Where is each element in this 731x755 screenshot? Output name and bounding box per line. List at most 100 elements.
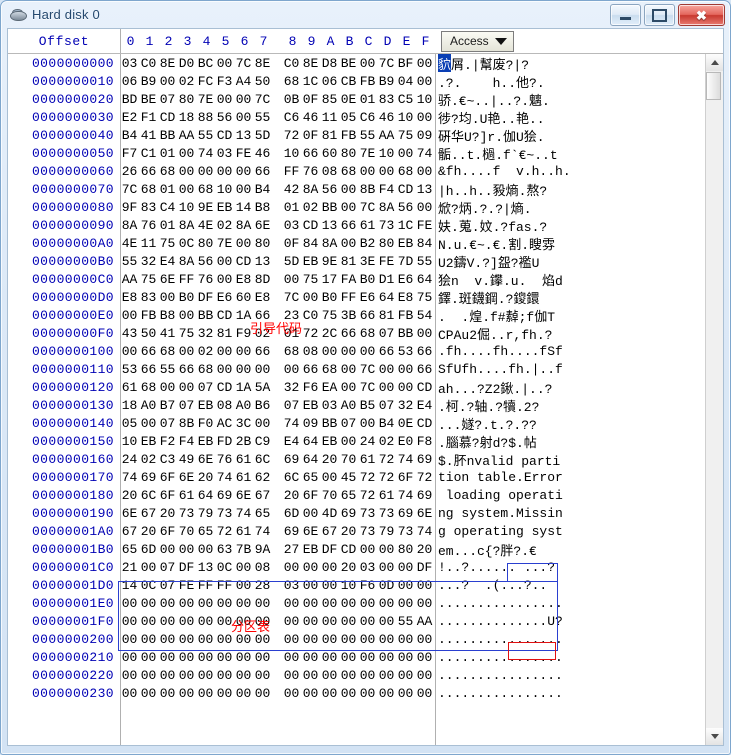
hex-byte[interactable]: 00 (415, 686, 434, 701)
hex-byte[interactable]: 00 (282, 362, 301, 377)
hex-byte[interactable]: 0E (339, 92, 358, 107)
hex-byte[interactable]: 00 (120, 632, 139, 647)
hex-byte[interactable]: 8A (234, 218, 253, 233)
hex-byte[interactable]: AA (415, 614, 434, 629)
hex-byte[interactable]: 68 (339, 164, 358, 179)
hex-byte[interactable]: 10 (377, 146, 396, 161)
hex-byte[interactable]: 73 (377, 506, 396, 521)
hex-byte[interactable]: 1C (301, 74, 320, 89)
row-hex-bytes[interactable]: AA 75 6E FF 76 00 E8 8D 00 75 17 FA B0 D1 E6 64 (120, 270, 434, 288)
hex-byte[interactable]: 0E (396, 416, 415, 431)
hex-byte[interactable]: 00 (415, 650, 434, 665)
hex-byte[interactable]: 00 (253, 632, 272, 647)
table-row[interactable]: 0000000190 6E 67 20 73 79 73 74 65 6D 00 4D 69 73 73 69… (8, 504, 705, 522)
hex-byte[interactable]: 61 (358, 452, 377, 467)
hex-byte[interactable]: 00 (358, 668, 377, 683)
hex-byte[interactable]: 01 (158, 146, 177, 161)
hex-byte[interactable]: 00 (320, 470, 339, 485)
hex-byte[interactable]: 66 (377, 344, 396, 359)
hex-byte[interactable]: 13 (234, 128, 253, 143)
hex-byte[interactable]: 0F (301, 92, 320, 107)
row-hex-bytes[interactable]: 00 00 00 00 00 00 00 00 00 00 00 00 00 00 00 00 (120, 630, 434, 648)
hex-byte[interactable]: 00 (320, 632, 339, 647)
hex-byte[interactable]: 8A (120, 218, 139, 233)
hex-byte[interactable]: 00 (339, 344, 358, 359)
hex-byte[interactable]: 10 (120, 434, 139, 449)
hex-byte[interactable]: CD (215, 128, 234, 143)
row-hex-bytes[interactable]: 74 69 6F 6E 20 74 61 62 6C 65 00 45 72 72 6F 72 (120, 468, 434, 486)
table-row[interactable]: 00000000D0 E8 83 00 B0 DF E6 60 E8 7C 00 B0 FF E6 64 E8… (8, 288, 705, 307)
hex-byte[interactable]: 32 (282, 380, 301, 395)
hex-byte[interactable]: 42 (282, 182, 301, 197)
hex-byte[interactable]: 00 (358, 686, 377, 701)
hex-byte[interactable]: 75 (177, 326, 196, 341)
hex-byte[interactable]: 55 (196, 128, 215, 143)
hex-byte[interactable]: 74 (234, 506, 253, 521)
row-ascii[interactable]: tion table.Error (434, 468, 705, 486)
hex-byte[interactable]: 69 (282, 452, 301, 467)
hex-byte[interactable]: 00 (282, 686, 301, 701)
hex-byte[interactable]: 72 (282, 128, 301, 143)
hex-byte[interactable]: 00 (358, 416, 377, 431)
hex-byte[interactable]: 55 (396, 614, 415, 629)
hex-byte[interactable]: 00 (415, 326, 434, 341)
hex-byte[interactable]: 7C (234, 56, 253, 71)
hex-byte[interactable]: 56 (320, 182, 339, 197)
hex-byte[interactable]: F9 (234, 326, 253, 341)
hex-byte[interactable]: 07 (158, 560, 177, 575)
hex-byte[interactable]: 03 (282, 218, 301, 233)
hex-byte[interactable]: B4 (120, 128, 139, 143)
hex-byte[interactable]: A0 (339, 398, 358, 413)
hex-byte[interactable]: 28 (253, 578, 272, 593)
hex-byte[interactable]: 6D (139, 542, 158, 557)
row-hex-bytes[interactable]: 10 EB F2 F4 EB FD 2B C9 E4 64 EB 00 24 02 E0 F8 (120, 432, 434, 450)
hex-byte[interactable]: 64 (301, 434, 320, 449)
hex-byte[interactable]: 76 (196, 272, 215, 287)
hex-byte[interactable]: 88 (196, 110, 215, 125)
table-row[interactable]: 0000000220 00 00 00 00 00 00 00 00 00 00 00 00 00 00 00… (8, 666, 705, 684)
access-dropdown-button[interactable]: Access (441, 30, 514, 52)
hex-byte[interactable]: 7E (215, 236, 234, 251)
table-row[interactable]: 0000000140 05 00 07 8B F0 AC 3C 00 74 09 BB 07 00 B4 0E… (8, 414, 705, 433)
row-hex-bytes[interactable]: 00 FB B8 00 BB CD 1A 66 23 C0 75 3B 66 81 FB 54 (120, 306, 434, 324)
row-ascii[interactable]: . .煌.f#繛;f伽T (434, 306, 705, 325)
row-ascii[interactable]: em...c{?胖?.€ (434, 540, 705, 559)
hex-byte[interactable]: BB (320, 416, 339, 431)
hex-byte[interactable]: 00 (196, 164, 215, 179)
hex-byte[interactable]: 69 (282, 524, 301, 539)
hex-byte[interactable]: 07 (339, 416, 358, 431)
hex-byte[interactable]: 00 (139, 632, 158, 647)
hex-byte[interactable]: 74 (396, 488, 415, 503)
hex-byte[interactable]: 84 (301, 236, 320, 251)
hex-byte[interactable]: 9A (253, 542, 272, 557)
hex-byte[interactable]: 00 (320, 578, 339, 593)
hex-byte[interactable]: B8 (158, 308, 177, 323)
hex-byte[interactable]: 10 (396, 110, 415, 125)
scroll-down-button[interactable] (706, 728, 723, 745)
hex-byte[interactable]: 68 (196, 362, 215, 377)
hex-byte[interactable]: 02 (139, 452, 158, 467)
hex-byte[interactable]: 00 (282, 596, 301, 611)
hex-byte[interactable]: 00 (301, 614, 320, 629)
hex-byte[interactable]: 72 (377, 452, 396, 467)
hex-byte[interactable]: E8 (253, 290, 272, 305)
hex-byte[interactable]: 10 (415, 92, 434, 107)
hex-byte[interactable]: 8D (253, 272, 272, 287)
hex-byte[interactable]: 00 (339, 236, 358, 251)
hex-byte[interactable]: 00 (196, 542, 215, 557)
hex-byte[interactable]: B0 (358, 272, 377, 287)
hex-byte[interactable]: 72 (358, 488, 377, 503)
row-hex-bytes[interactable]: 65 6D 00 00 00 63 7B 9A 27 EB DF CD 00 00 80 20 (120, 540, 434, 558)
hex-byte[interactable]: 00 (282, 668, 301, 683)
hex-byte[interactable]: 6E (196, 452, 215, 467)
hex-byte[interactable]: 6E (234, 488, 253, 503)
hex-byte[interactable]: 02 (377, 434, 396, 449)
hex-byte[interactable]: CD (158, 110, 177, 125)
hex-byte[interactable]: 00 (196, 650, 215, 665)
hex-byte[interactable]: 26 (120, 164, 139, 179)
hex-byte[interactable]: 01 (358, 92, 377, 107)
hex-byte[interactable]: 55 (120, 254, 139, 269)
hex-byte[interactable]: 00 (177, 182, 196, 197)
hex-byte[interactable]: 64 (301, 452, 320, 467)
hex-byte[interactable]: 00 (339, 632, 358, 647)
